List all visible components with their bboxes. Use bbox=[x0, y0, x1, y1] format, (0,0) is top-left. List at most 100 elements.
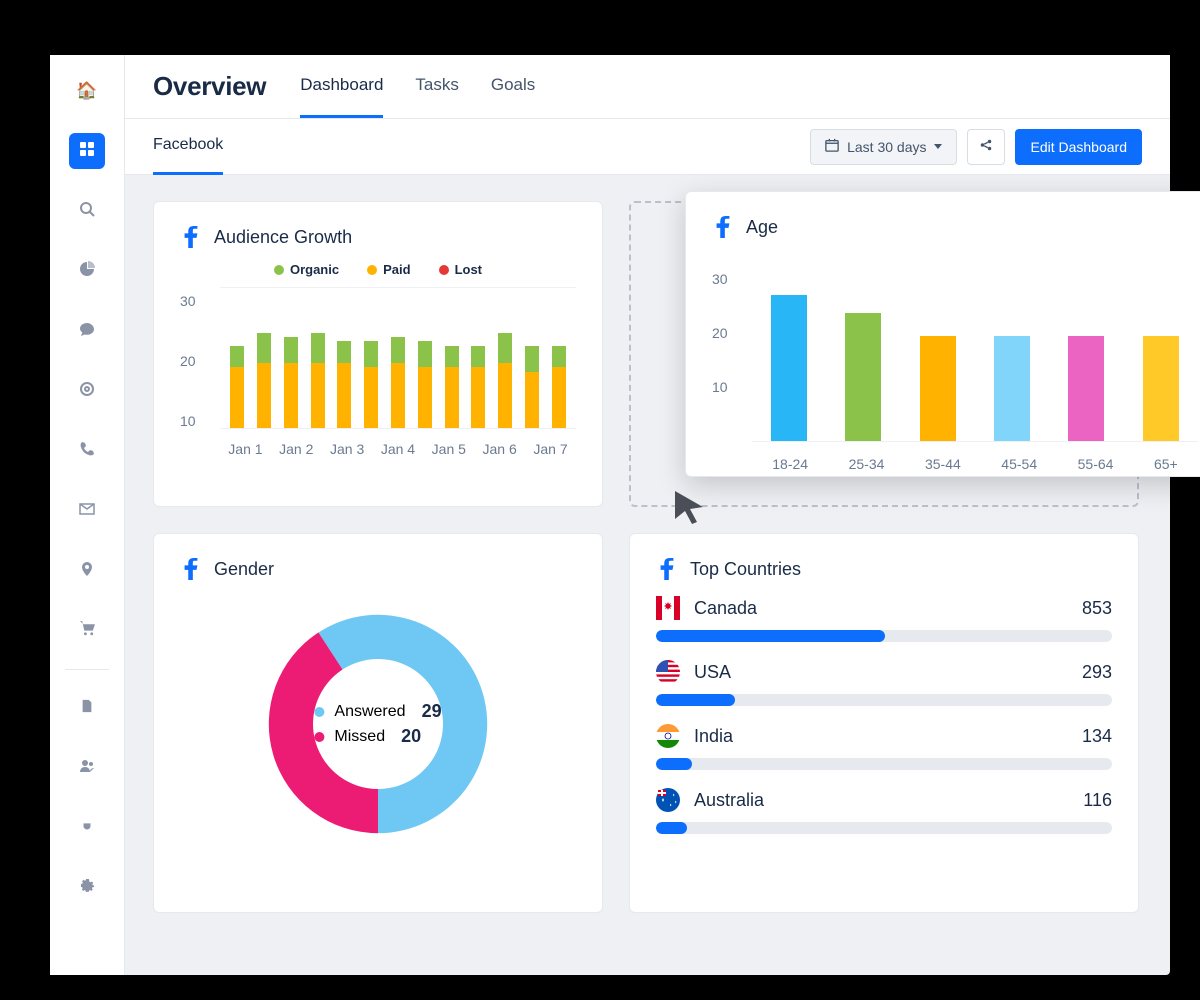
legend-value-answered: 29 bbox=[422, 701, 442, 722]
legend-label-lost: Lost bbox=[455, 262, 482, 277]
card-top-countries[interactable]: Top Countries Canada 853 USA 293 India 1… bbox=[629, 533, 1139, 913]
sidebar-dashboard[interactable] bbox=[69, 133, 105, 169]
legend-dot-answered bbox=[314, 707, 324, 717]
sidebar-calls[interactable] bbox=[69, 433, 105, 469]
sidebar-target[interactable] bbox=[69, 373, 105, 409]
legend-dot-paid bbox=[367, 265, 377, 275]
sidebar-users[interactable] bbox=[69, 750, 105, 786]
sidebar-integrations[interactable] bbox=[69, 810, 105, 846]
drag-cursor-icon bbox=[673, 489, 705, 525]
flag-icon bbox=[656, 788, 680, 812]
country-row: Australia 116 bbox=[656, 788, 1112, 834]
app-window: 🏠 bbox=[50, 55, 1170, 975]
legend-dot-organic bbox=[274, 265, 284, 275]
card-title-text: Gender bbox=[214, 559, 274, 580]
donut-legend: Answered29 Missed20 bbox=[314, 697, 441, 751]
progress-bar bbox=[656, 822, 1112, 834]
chart-legend: Organic Paid Lost bbox=[180, 262, 576, 277]
gear-icon bbox=[80, 878, 95, 898]
donut-chart: Answered29 Missed20 bbox=[180, 594, 576, 854]
card-title: Audience Growth bbox=[180, 226, 576, 248]
tab-dashboard[interactable]: Dashboard bbox=[300, 55, 383, 118]
users-icon bbox=[79, 758, 95, 779]
flag-icon bbox=[656, 596, 680, 620]
sidebar-cart[interactable] bbox=[69, 613, 105, 649]
card-title-text: Audience Growth bbox=[214, 227, 352, 248]
card-title: Gender bbox=[180, 558, 576, 580]
country-value: 853 bbox=[1082, 598, 1112, 619]
legend-value-missed: 20 bbox=[401, 726, 421, 747]
country-name: Canada bbox=[694, 598, 757, 619]
cart-icon bbox=[79, 620, 96, 642]
y-axis: 302010 bbox=[712, 252, 752, 442]
progress-bar bbox=[656, 758, 1112, 770]
facebook-icon bbox=[180, 226, 202, 248]
country-value: 134 bbox=[1082, 726, 1112, 747]
sidebar-home[interactable]: 🏠 bbox=[69, 73, 105, 109]
home-icon: 🏠 bbox=[76, 81, 97, 101]
header: Overview Dashboard Tasks Goals bbox=[125, 55, 1170, 119]
card-age[interactable]: Age 302010 18-2425-3435-4445-5455-6465+ bbox=[685, 191, 1200, 477]
sidebar-search[interactable] bbox=[69, 193, 105, 229]
audience-growth-chart: 302010 Jan 1Jan 2Jan 3Jan 4Jan 5Jan 6Jan… bbox=[180, 287, 576, 457]
facebook-icon bbox=[712, 216, 734, 238]
country-name: India bbox=[694, 726, 733, 747]
pie-icon bbox=[79, 261, 95, 282]
card-title-text: Top Countries bbox=[690, 559, 801, 580]
date-range-label: Last 30 days bbox=[847, 139, 926, 155]
target-icon bbox=[79, 381, 95, 402]
date-range-picker[interactable]: Last 30 days bbox=[810, 129, 957, 165]
legend-dot-lost bbox=[439, 265, 449, 275]
card-gender[interactable]: Gender Answered29 Missed20 bbox=[153, 533, 603, 913]
sidebar-mail[interactable] bbox=[69, 493, 105, 529]
x-axis-labels: Jan 1Jan 2Jan 3Jan 4Jan 5Jan 6Jan 7 bbox=[220, 429, 576, 457]
share-icon bbox=[979, 138, 993, 155]
sidebar-files[interactable] bbox=[69, 690, 105, 726]
card-audience-growth[interactable]: Audience Growth Organic Paid Lost 302010… bbox=[153, 201, 603, 507]
country-value: 116 bbox=[1083, 790, 1112, 811]
tab-tasks[interactable]: Tasks bbox=[415, 55, 458, 118]
calendar-icon bbox=[825, 138, 839, 155]
country-name: USA bbox=[694, 662, 731, 683]
legend-dot-missed bbox=[314, 732, 324, 742]
card-title: Top Countries bbox=[656, 558, 1112, 580]
sidebar: 🏠 bbox=[50, 55, 125, 975]
content-area: Audience Growth Organic Paid Lost 302010… bbox=[125, 175, 1170, 975]
chat-icon bbox=[79, 321, 95, 342]
edit-dashboard-button[interactable]: Edit Dashboard bbox=[1015, 129, 1142, 165]
header-tabs: Dashboard Tasks Goals bbox=[300, 55, 535, 118]
country-row: India 134 bbox=[656, 724, 1112, 770]
sidebar-settings[interactable] bbox=[69, 870, 105, 906]
location-icon bbox=[79, 561, 95, 582]
legend-label-paid: Paid bbox=[383, 262, 410, 277]
share-button[interactable] bbox=[967, 129, 1005, 165]
country-name: Australia bbox=[694, 790, 764, 811]
country-value: 293 bbox=[1082, 662, 1112, 683]
legend-label-organic: Organic bbox=[290, 262, 339, 277]
sidebar-divider bbox=[65, 669, 109, 670]
sidebar-chat[interactable] bbox=[69, 313, 105, 349]
file-icon bbox=[80, 698, 94, 718]
subheader-actions: Last 30 days Edit Dashboard bbox=[810, 129, 1142, 165]
sidebar-analytics[interactable] bbox=[69, 253, 105, 289]
flag-icon bbox=[656, 724, 680, 748]
legend-label-missed: Missed bbox=[334, 728, 385, 746]
flag-icon bbox=[656, 660, 680, 684]
countries-list: Canada 853 USA 293 India 134 Australia 1… bbox=[656, 596, 1112, 834]
y-axis: 302010 bbox=[180, 287, 220, 457]
tab-goals[interactable]: Goals bbox=[491, 55, 535, 118]
chart-bars bbox=[752, 252, 1198, 442]
progress-bar bbox=[656, 630, 1112, 642]
country-row: USA 293 bbox=[656, 660, 1112, 706]
subheader: Facebook Last 30 days Edit Dashboard bbox=[125, 119, 1170, 175]
caret-down-icon bbox=[934, 144, 942, 149]
mail-icon bbox=[79, 501, 95, 522]
sidebar-location[interactable] bbox=[69, 553, 105, 589]
subtab-facebook[interactable]: Facebook bbox=[153, 119, 223, 175]
phone-icon bbox=[79, 441, 95, 462]
facebook-icon bbox=[180, 558, 202, 580]
page-title: Overview bbox=[153, 71, 266, 102]
plug-icon bbox=[80, 818, 94, 838]
progress-bar bbox=[656, 694, 1112, 706]
card-title-text: Age bbox=[746, 217, 778, 238]
